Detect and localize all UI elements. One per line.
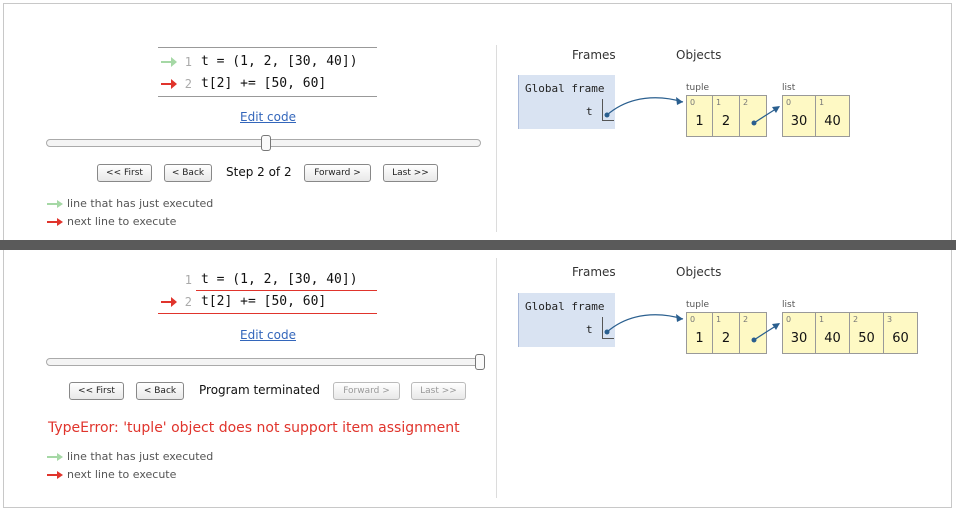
pointer-head — [772, 323, 780, 330]
pointer-line — [606, 314, 684, 333]
pointer-head — [676, 314, 683, 322]
pointer-arrows-bottom — [604, 314, 780, 343]
